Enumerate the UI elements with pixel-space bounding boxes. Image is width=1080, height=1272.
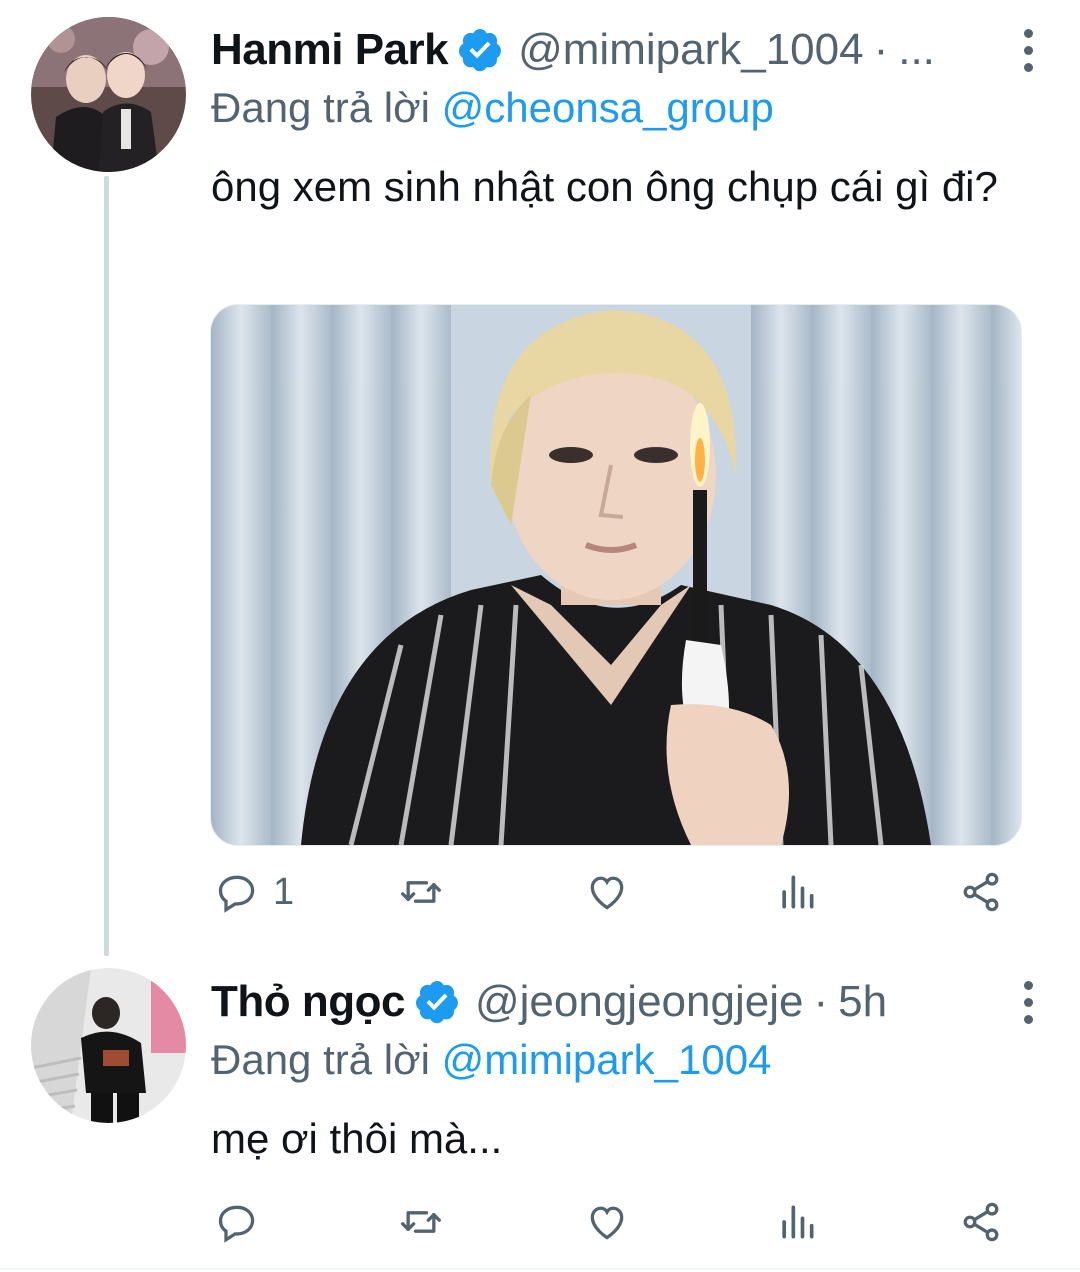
heart-icon [590,876,624,910]
tweet-image[interactable] [210,304,1022,846]
reply-icon [218,1205,255,1243]
retweet-icon [401,1211,441,1233]
share-icon [963,872,999,912]
heart-icon [590,1206,624,1240]
share-button[interactable] [959,862,1003,922]
retweet-icon [401,881,441,903]
like-button[interactable] [585,862,629,922]
more-vertical-icon[interactable] [1018,20,1038,80]
more-vertical-icon[interactable] [1018,972,1038,1032]
separator-dot: · [813,977,829,1026]
user-handle[interactable]: @mimipark_1004 [518,25,863,75]
tweet[interactable]: Thỏ ngọc @jeongjeongjeje · 5h Đang trả l… [0,960,1080,1272]
tweet-text: mẹ ơi thôi mà... [211,1115,503,1162]
reply-icon [218,875,255,913]
user-handle[interactable]: @jeongjeongjeje [475,977,803,1027]
share-icon [963,1202,999,1242]
tweet-text: ông xem sinh nhật con ông chụp cái gì đi… [211,163,998,210]
bottom-divider [0,1268,1080,1270]
replying-to: Đang trả lời @cheonsa_group [211,84,774,132]
share-button[interactable] [959,1192,1003,1252]
tweet-header: Thỏ ngọc @jeongjeongjeje · 5h [211,972,887,1032]
analytics-icon [782,1205,814,1239]
avatar[interactable] [31,17,186,172]
display-name[interactable]: Hanmi Park [211,25,449,75]
replying-to: Đang trả lời @mimipark_1004 [211,1036,771,1084]
verified-badge-icon [456,26,504,74]
reply-mention-link[interactable]: @cheonsa_group [442,84,774,131]
like-button[interactable] [585,1192,629,1252]
tweet[interactable]: Hanmi Park @mimipark_1004 · ... Đang trả… [0,0,1080,960]
reply-prefix: Đang trả lời [211,1036,430,1083]
separator-dot: · [873,25,889,74]
tweet-actions [211,1192,1021,1252]
reply-prefix: Đang trả lời [211,84,430,131]
analytics-button[interactable] [775,862,819,922]
verified-badge-icon [413,978,461,1026]
analytics-button[interactable] [775,1192,819,1252]
retweet-button[interactable] [399,1192,443,1252]
avatar[interactable] [31,968,186,1123]
tweet-time[interactable]: ... [898,25,935,75]
tweet-time[interactable]: 5h [838,977,887,1027]
reply-button[interactable]: 1 [215,862,294,922]
tweet-actions: 1 [211,862,1021,922]
display-name[interactable]: Thỏ ngọc [211,977,405,1027]
retweet-button[interactable] [399,862,443,922]
reply-button[interactable] [215,1192,259,1252]
analytics-icon [782,875,814,909]
tweet-header: Hanmi Park @mimipark_1004 · ... [211,20,935,80]
reply-mention-link[interactable]: @mimipark_1004 [442,1036,772,1083]
reply-count: 1 [273,870,295,913]
